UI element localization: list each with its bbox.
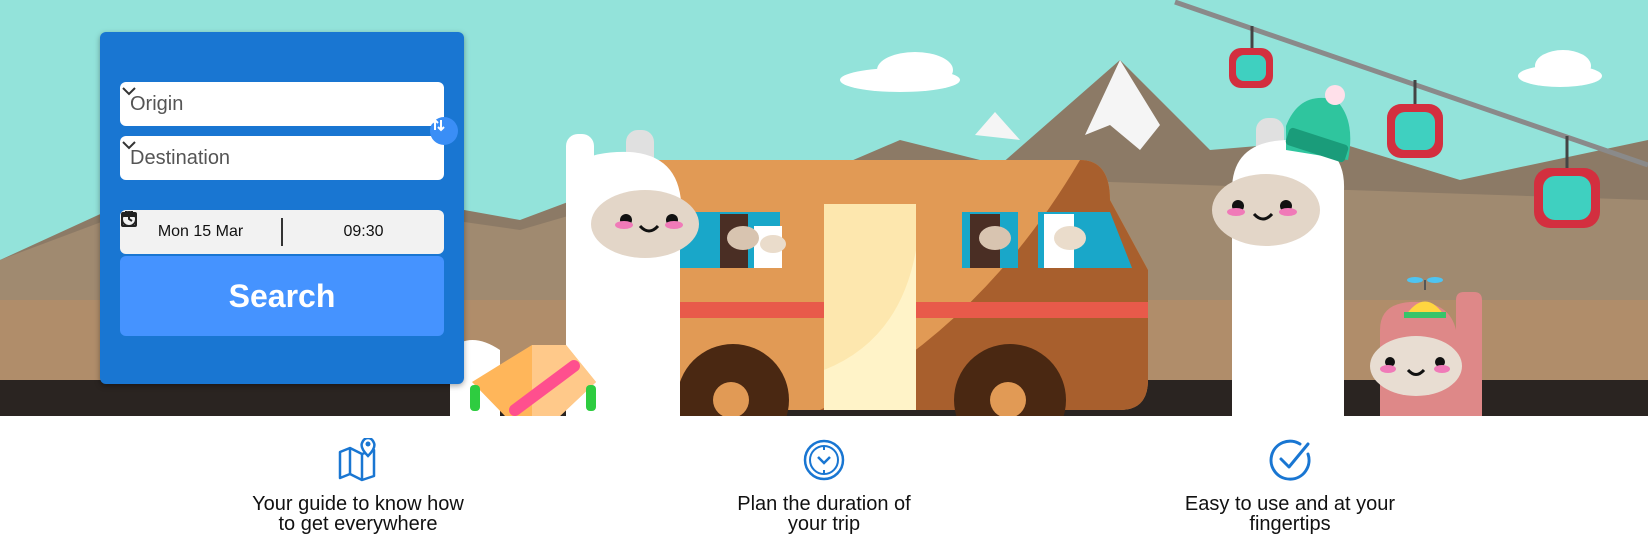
origin-select[interactable]: Origin — [120, 82, 444, 126]
chevron-down-icon — [122, 87, 136, 96]
feature-guide-line1: Your guide to know how — [252, 493, 464, 515]
feature-duration-line1: Plan the duration of — [737, 493, 911, 515]
search-button[interactable]: Search — [120, 256, 444, 336]
clock-icon — [803, 439, 845, 481]
feature-guide-text: Your guide to know how to get everywhere — [218, 494, 498, 534]
feature-easy-line1: Easy to use and at your — [1184, 493, 1396, 515]
feature-duration: Plan the duration of your trip — [684, 438, 964, 534]
time-picker[interactable]: 09:30 — [121, 211, 444, 241]
time-value: 09:30 — [343, 223, 384, 240]
date-picker[interactable]: Mon 15 Mar — [120, 211, 281, 241]
swap-vertical-icon — [431, 118, 445, 132]
feature-guide: Your guide to know how to get everywhere — [218, 438, 498, 534]
check-circle-icon — [1269, 439, 1311, 481]
chevron-down-icon — [122, 141, 136, 150]
bus — [640, 160, 1148, 416]
feature-easy-line2: fingertips — [1249, 513, 1331, 535]
feature-duration-text: Plan the duration of your trip — [684, 494, 964, 534]
date-value: Mon 15 Mar — [157, 223, 244, 240]
map-pin-icon — [338, 438, 376, 482]
destination-placeholder: Destination — [130, 146, 231, 169]
search-panel: Origin Destination Mon 15 Mar 09:30 Sear… — [100, 32, 464, 384]
clock-icon — [121, 211, 137, 227]
date-time-selector: Mon 15 Mar 09:30 — [120, 210, 444, 254]
hero-banner: Origin Destination Mon 15 Mar 09:30 Sear… — [0, 0, 1648, 416]
feature-easy-text: Easy to use and at your fingertips — [1150, 494, 1430, 534]
feature-easy: Easy to use and at your fingertips — [1150, 438, 1430, 534]
feature-duration-line2: your trip — [787, 513, 861, 535]
feature-guide-line2: to get everywhere — [278, 513, 438, 535]
swap-direction-button[interactable] — [430, 117, 458, 145]
origin-placeholder: Origin — [130, 92, 184, 115]
destination-select[interactable]: Destination — [120, 136, 444, 180]
